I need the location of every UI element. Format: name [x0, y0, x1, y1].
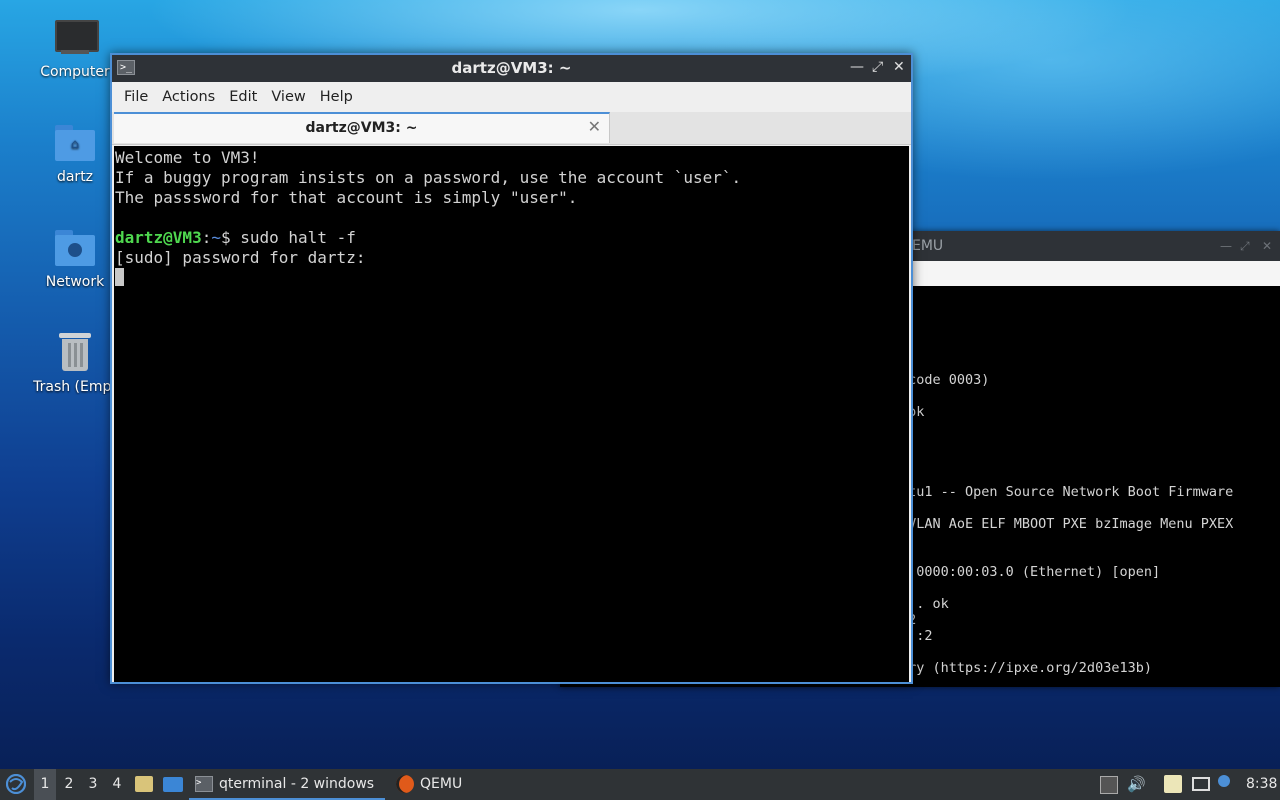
terminal-line: The passsword for that account is simply…	[115, 188, 578, 207]
terminal-line: If a buggy program insists on a password…	[115, 168, 742, 187]
task-label: qterminal - 2 windows	[219, 776, 375, 792]
qemu-icon	[396, 775, 414, 793]
tab-close-icon[interactable]: ✕	[588, 117, 601, 136]
tab-terminal[interactable]: dartz@VM3: ~ ✕	[114, 112, 610, 143]
menu-view[interactable]: View	[269, 89, 317, 105]
terminal-icon: >	[195, 776, 213, 792]
console-line: (code 0003)	[900, 372, 990, 388]
start-menu-icon[interactable]	[4, 769, 28, 800]
menu-actions[interactable]: Actions	[160, 89, 227, 105]
maximize-icon[interactable]: ⤢	[1240, 231, 1250, 261]
prompt-line: dartz@VM3:~$ sudo halt -f	[114, 228, 909, 248]
prompt-user-host: dartz@VM3	[115, 228, 202, 247]
terminal-titlebar[interactable]: >_ dartz@VM3: ~ — ⤢ ✕	[112, 55, 911, 82]
workspace-4[interactable]: 4	[106, 769, 128, 800]
sudo-password-prompt: [sudo] password for dartz:	[115, 248, 366, 267]
terminal-output[interactable]: Welcome to VM3! If a buggy program insis…	[114, 146, 909, 682]
home-folder-icon: ⌂	[53, 121, 97, 165]
clipboard-icon[interactable]	[1164, 775, 1182, 793]
console-line: ory (https://ipxe.org/2d03e13b)	[900, 660, 1152, 676]
prompt-command: sudo halt -f	[240, 228, 356, 247]
menu-edit[interactable]: Edit	[227, 89, 269, 105]
workspace-2[interactable]: 2	[58, 769, 80, 800]
prompt-symbol: $	[220, 228, 241, 247]
trash-icon	[53, 331, 97, 375]
console-line: VLAN AoE ELF MBOOT PXE bzImage Menu PXEX	[900, 516, 1234, 532]
minimize-icon[interactable]: —	[850, 59, 864, 75]
task-label: QEMU	[420, 776, 463, 792]
terminal-window[interactable]: >_ dartz@VM3: ~ — ⤢ ✕ File Actions Edit …	[110, 53, 913, 684]
close-icon[interactable]: ✕	[893, 59, 905, 75]
minimize-icon[interactable]: —	[1220, 231, 1232, 261]
prompt-separator: :	[201, 228, 212, 247]
terminal-window-title: dartz@VM3: ~	[451, 59, 572, 77]
file-manager-icon[interactable]	[134, 769, 154, 800]
workspace-3[interactable]: 3	[82, 769, 104, 800]
volume-icon[interactable]: 🔊	[1127, 769, 1146, 800]
network-tray-icon[interactable]	[1192, 777, 1210, 791]
show-desktop-icon[interactable]	[162, 769, 184, 800]
notification-icon[interactable]	[1218, 775, 1230, 787]
prompt-path: ~	[211, 228, 221, 247]
terminal-tabbar: dartz@VM3: ~ ✕	[112, 112, 911, 145]
terminal-menubar: File Actions Edit View Help	[112, 82, 911, 112]
taskbar: 1 2 3 4 > qterminal - 2 windows QEMU 🔊 8:…	[0, 769, 1280, 800]
computer-icon	[53, 16, 99, 60]
network-folder-icon	[53, 226, 97, 270]
close-icon[interactable]: ✕	[1262, 231, 1272, 261]
text-cursor	[115, 268, 124, 286]
task-qemu[interactable]: QEMU	[392, 769, 482, 800]
console-line: n 0000:00:03.0 (Ethernet) [open]	[900, 564, 1161, 580]
task-qterminal[interactable]: > qterminal - 2 windows	[189, 769, 385, 800]
menu-file[interactable]: File	[122, 89, 160, 105]
clock[interactable]: 8:38	[1246, 769, 1280, 800]
input-line[interactable]	[114, 268, 909, 288]
terminal-line: Welcome to VM3!	[115, 148, 260, 167]
workspace-1[interactable]: 1	[34, 769, 56, 800]
tray-menu-icon[interactable]	[1100, 776, 1118, 794]
tab-label: dartz@VM3: ~	[305, 120, 418, 136]
qemu-window-title: EMU	[912, 238, 944, 254]
maximize-icon[interactable]: ⤢	[872, 59, 883, 75]
console-line: ntu1 -- Open Source Network Boot Firmwar…	[900, 484, 1234, 500]
menu-help[interactable]: Help	[318, 89, 365, 105]
